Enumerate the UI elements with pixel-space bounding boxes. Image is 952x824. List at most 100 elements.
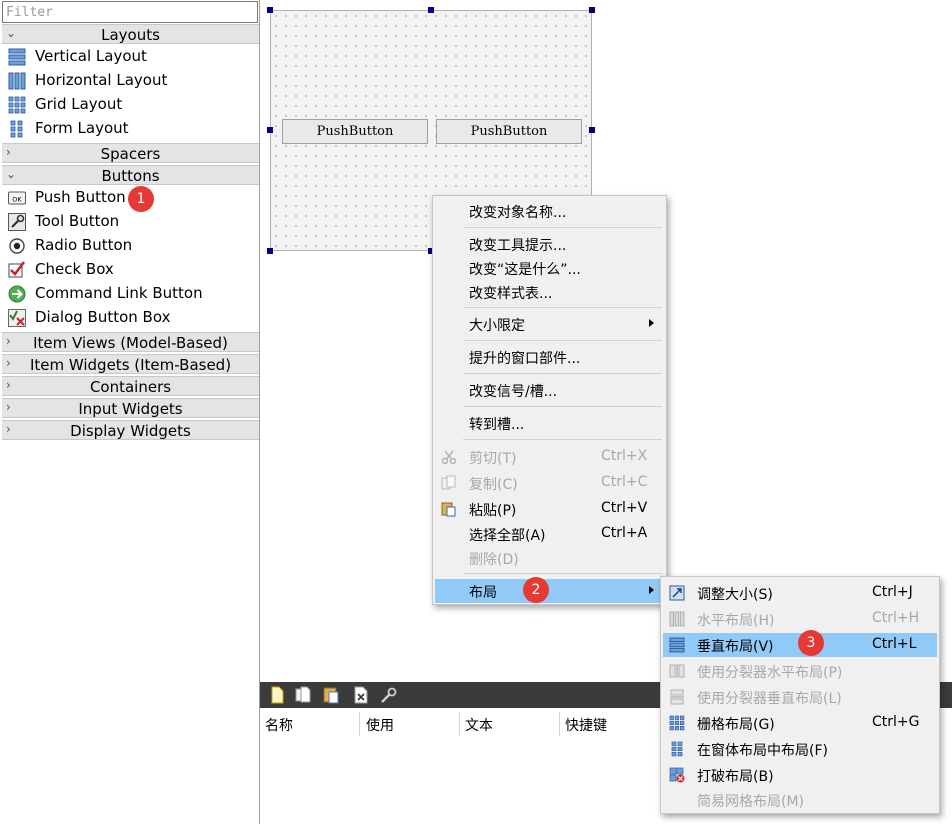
submenu-item-splitter-horizontal[interactable]: 使用分裂器水平布局(P) (663, 659, 937, 683)
step-badge-1: 1 (128, 186, 154, 212)
copy-icon (441, 475, 456, 490)
category-input-widgets[interactable]: › Input Widgets (2, 398, 259, 418)
menu-item-select-all[interactable]: 选择全部(A) Ctrl+A (435, 522, 664, 546)
form-layout-icon (671, 741, 683, 757)
command-link-arrow-icon (8, 285, 26, 303)
widget-label: Dialog Button Box (35, 308, 171, 326)
widget-box-panel: ⌄ Layouts Vertical Layout Horizontal Lay… (0, 0, 260, 824)
grid-layout-icon (8, 96, 26, 114)
menu-item-layout[interactable]: 布局 (435, 579, 664, 603)
submenu-item-adjust-size[interactable]: 调整大小(S) Ctrl+J (663, 581, 937, 605)
resize-handle-right[interactable] (589, 127, 595, 133)
widget-grid-layout[interactable]: Grid Layout (6, 93, 256, 117)
category-label: Layouts (101, 26, 160, 44)
menu-item-go-to-slot[interactable]: 转到槽... (435, 411, 664, 435)
widget-radio-button[interactable]: Radio Button (6, 234, 256, 258)
copy-action-icon[interactable] (294, 686, 312, 704)
filter-input[interactable] (2, 1, 258, 23)
menu-item-size-constraints[interactable]: 大小限定 (435, 312, 664, 336)
widget-vertical-layout[interactable]: Vertical Layout (6, 45, 256, 69)
resize-handle-top-left[interactable] (267, 7, 273, 13)
menu-separator (463, 573, 662, 574)
widget-form-layout[interactable]: Form Layout (6, 117, 256, 141)
menu-item-paste[interactable]: 粘贴(P) Ctrl+V (435, 497, 664, 521)
submenu-item-break-layout[interactable]: 打破布局(B) (663, 763, 937, 787)
submenu-item-grid-layout[interactable]: 栅格布局(G) Ctrl+G (663, 711, 937, 735)
delete-action-icon[interactable] (352, 686, 370, 704)
submenu-item-splitter-vertical[interactable]: 使用分裂器垂直布局(L) (663, 685, 937, 709)
category-label: Item Widgets (Item-Based) (29, 356, 232, 374)
column-divider (559, 712, 560, 736)
widget-label: Grid Layout (35, 95, 123, 113)
submenu-item-form-layout[interactable]: 在窗体布局中布局(F) (663, 737, 937, 761)
category-label: Display Widgets (70, 422, 191, 440)
menu-item-promoted-widgets[interactable]: 提升的窗口部件... (435, 345, 664, 369)
category-containers[interactable]: › Containers (2, 376, 259, 396)
splitter-horizontal-icon (669, 664, 685, 678)
resize-handle-top[interactable] (428, 7, 434, 13)
menu-item-cut[interactable]: 剪切(T) Ctrl+X (435, 445, 664, 469)
menu-item-change-tooltip[interactable]: 改变工具提示... (435, 232, 664, 256)
category-display-widgets[interactable]: › Display Widgets (2, 420, 259, 440)
column-shortcut[interactable]: 快捷键 (565, 715, 607, 735)
menu-item-copy[interactable]: 复制(C) Ctrl+C (435, 471, 664, 495)
column-name[interactable]: 名称 (265, 715, 293, 735)
vertical-layout-icon (8, 48, 26, 66)
layout-submenu: 调整大小(S) Ctrl+J 水平布局(H) Ctrl+H 垂直布局(V) Ct… (660, 576, 940, 814)
new-action-icon[interactable] (268, 686, 286, 704)
submenu-arrow-icon (649, 586, 654, 594)
resize-handle-bottom-left[interactable] (267, 248, 273, 254)
category-label: Input Widgets (78, 400, 183, 418)
menu-item-change-stylesheet[interactable]: 改变样式表... (435, 280, 664, 304)
widget-command-link-button[interactable]: Command Link Button (6, 282, 256, 306)
resize-handle-left[interactable] (267, 127, 273, 133)
horizontal-layout-icon (8, 72, 26, 90)
scissors-icon (441, 450, 457, 465)
menu-separator (463, 307, 662, 308)
category-spacers[interactable]: › Spacers (2, 143, 259, 163)
column-used[interactable]: 使用 (366, 715, 394, 735)
form-layout-icon (10, 120, 23, 138)
category-label: Containers (89, 378, 172, 396)
submenu-item-horizontal-layout[interactable]: 水平布局(H) Ctrl+H (663, 607, 937, 631)
context-menu: 改变对象名称... 改变工具提示... 改变“这是什么”... 改变样式表...… (432, 195, 667, 605)
submenu-item-simplify-grid[interactable]: 简易网格布局(M) (663, 788, 937, 812)
widget-label: Push Button (35, 188, 126, 206)
widget-check-box[interactable]: Check Box (6, 258, 256, 282)
widget-label: Form Layout (35, 119, 129, 137)
resize-handle-top-right[interactable] (589, 7, 595, 13)
category-layouts[interactable]: ⌄ Layouts (2, 24, 259, 44)
widget-label: Check Box (35, 260, 114, 278)
tool-button-icon (8, 213, 26, 231)
widget-label: Tool Button (35, 212, 120, 230)
column-divider (459, 712, 460, 736)
menu-separator (463, 227, 662, 228)
category-item-views[interactable]: › Item Views (Model-Based) (2, 332, 259, 352)
menu-separator (463, 439, 662, 440)
widget-label: Vertical Layout (35, 47, 147, 65)
paste-action-icon[interactable] (322, 686, 340, 704)
menu-item-change-signals-slots[interactable]: 改变信号/槽... (435, 378, 664, 402)
push-button-icon: OK (8, 191, 26, 205)
category-label: Buttons (101, 167, 160, 185)
widget-tool-button[interactable]: Tool Button (6, 210, 256, 234)
configure-wrench-icon[interactable] (380, 686, 398, 704)
category-item-widgets[interactable]: › Item Widgets (Item-Based) (2, 354, 259, 374)
form-push-button-1[interactable]: PushButton (282, 119, 428, 144)
column-text[interactable]: 文本 (465, 715, 493, 735)
widget-dialog-button-box[interactable]: Dialog Button Box (6, 306, 256, 330)
paste-icon (441, 502, 456, 517)
menu-separator (463, 340, 662, 341)
horizontal-layout-icon (669, 611, 685, 627)
menu-item-change-object-name[interactable]: 改变对象名称... (435, 199, 664, 223)
widget-horizontal-layout[interactable]: Horizontal Layout (6, 69, 256, 93)
column-divider (359, 712, 360, 736)
form-push-button-2[interactable]: PushButton (436, 119, 582, 144)
menu-item-delete[interactable]: 删除(D) (435, 546, 664, 570)
menu-item-change-whats-this[interactable]: 改变“这是什么”... (435, 256, 664, 280)
widget-label: Radio Button (35, 236, 133, 254)
step-badge-2: 2 (523, 577, 549, 603)
widget-label: Horizontal Layout (35, 71, 168, 89)
widget-label: Command Link Button (35, 284, 203, 302)
category-buttons[interactable]: ⌄ Buttons (2, 165, 259, 185)
